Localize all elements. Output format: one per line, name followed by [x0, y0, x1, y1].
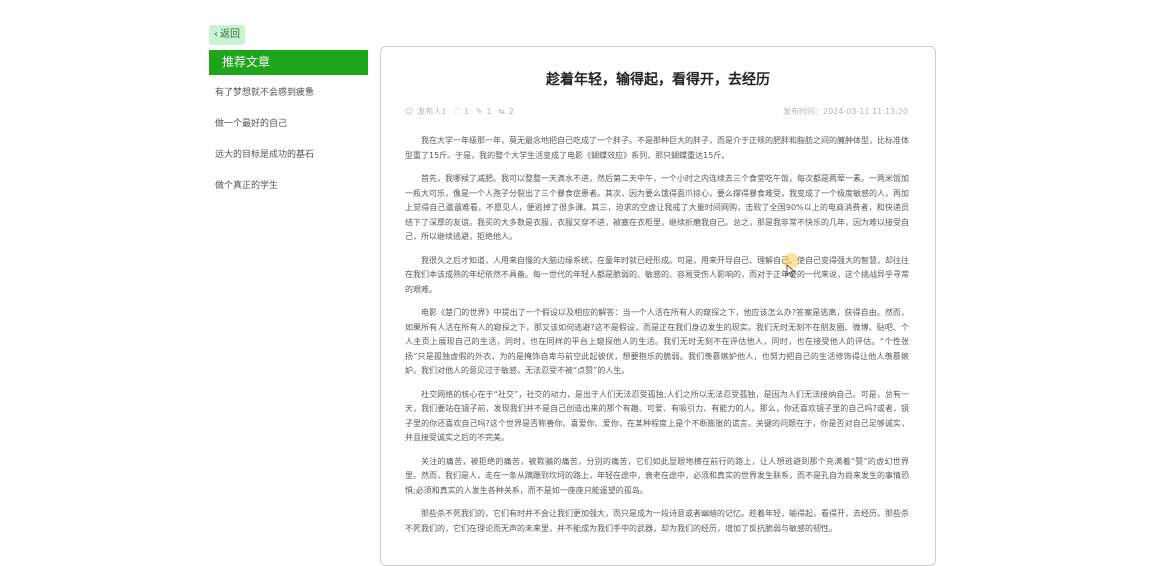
sidebar-item-true-student[interactable]: 做个真正的学生	[209, 171, 368, 202]
like-icon[interactable]: ♡	[453, 107, 460, 116]
comment-count: 1	[486, 107, 492, 116]
article-paragraph: 社交网络的核心在于“社交”，社交的动力，是出于人们无法忍受孤独;人们之所以无法忍…	[405, 389, 909, 443]
share-icon[interactable]: ⇆	[498, 107, 505, 116]
article-title: 趁着年轻，输得起，看得开，去经历	[546, 72, 770, 88]
back-label: 返回	[220, 29, 240, 40]
publish-time: 发布时间：2024-03-11 11:13:20	[783, 107, 908, 116]
share-count: 2	[508, 107, 514, 116]
comment-icon[interactable]: ✎	[476, 107, 483, 116]
sidebar-item-best-self[interactable]: 做一个最好的自己	[209, 109, 368, 140]
sidebar-item-goals[interactable]: 远大的目标是成功的基石	[209, 140, 368, 171]
article-body: 我在大学一年级那一年，莫无最念地把自己吃成了一个胖子。不是那种巨大的胖子，而是介…	[405, 134, 909, 536]
article-paragraph: 我在大学一年级那一年，莫无最念地把自己吃成了一个胖子。不是那种巨大的胖子，而是介…	[405, 136, 909, 160]
back-button[interactable]: ‹ 返回	[209, 25, 245, 45]
author-name: 发布人1	[417, 107, 447, 116]
like-count: 1	[464, 107, 470, 116]
chevron-left-icon: ‹	[214, 29, 218, 40]
article-card: 趁着年轻，输得起，看得开，去经历 ☺ 发布人1 ♡ 1 ✎ 1 ⇆ 2 发布时间：202…	[380, 46, 936, 566]
article-paragraph: 电影《楚门的世界》中提出了一个假设以及相应的解答：当一个人活在所有人的窥探之下，…	[405, 308, 909, 375]
article-paragraph: 关注的痛苦，被拒绝的痛苦，被欺骗的痛苦，分别的痛苦，它们如此显眼地横在前行的路上…	[405, 456, 909, 495]
article-paragraph: 那些杀不死我们的，它们有时并不会让我们更加强大，而只是成为一段诗意或者幽暗的记忆…	[405, 509, 909, 533]
sidebar-title: 推荐文章	[209, 50, 368, 75]
mouse-cursor-icon	[786, 264, 796, 278]
recommended-articles-sidebar: 推荐文章 有了梦想就不会感到疲惫 做一个最好的自己 远大的目标是成功的基石 做个…	[209, 50, 368, 202]
article-meta: ☺ 发布人1 ♡ 1 ✎ 1 ⇆ 2 发布时间：2024-03-11 11:13:20	[381, 106, 935, 120]
sidebar-list: 有了梦想就不会感到疲惫 做一个最好的自己 远大的目标是成功的基石 做个真正的学生	[209, 78, 368, 202]
article-paragraph: 首先，我哪候了减肥。我可以整整一天滴水不进，然后第二天中午，一个小时之内连续去三…	[405, 174, 909, 241]
sidebar-item-dream[interactable]: 有了梦想就不会感到疲惫	[209, 78, 368, 109]
author-icon: ☺	[405, 107, 414, 116]
article-paragraph: 我很久之后才知道，人用来自慢的大脑边缘系统，在童年时就已经形成。可是，用来开导自…	[405, 255, 909, 294]
